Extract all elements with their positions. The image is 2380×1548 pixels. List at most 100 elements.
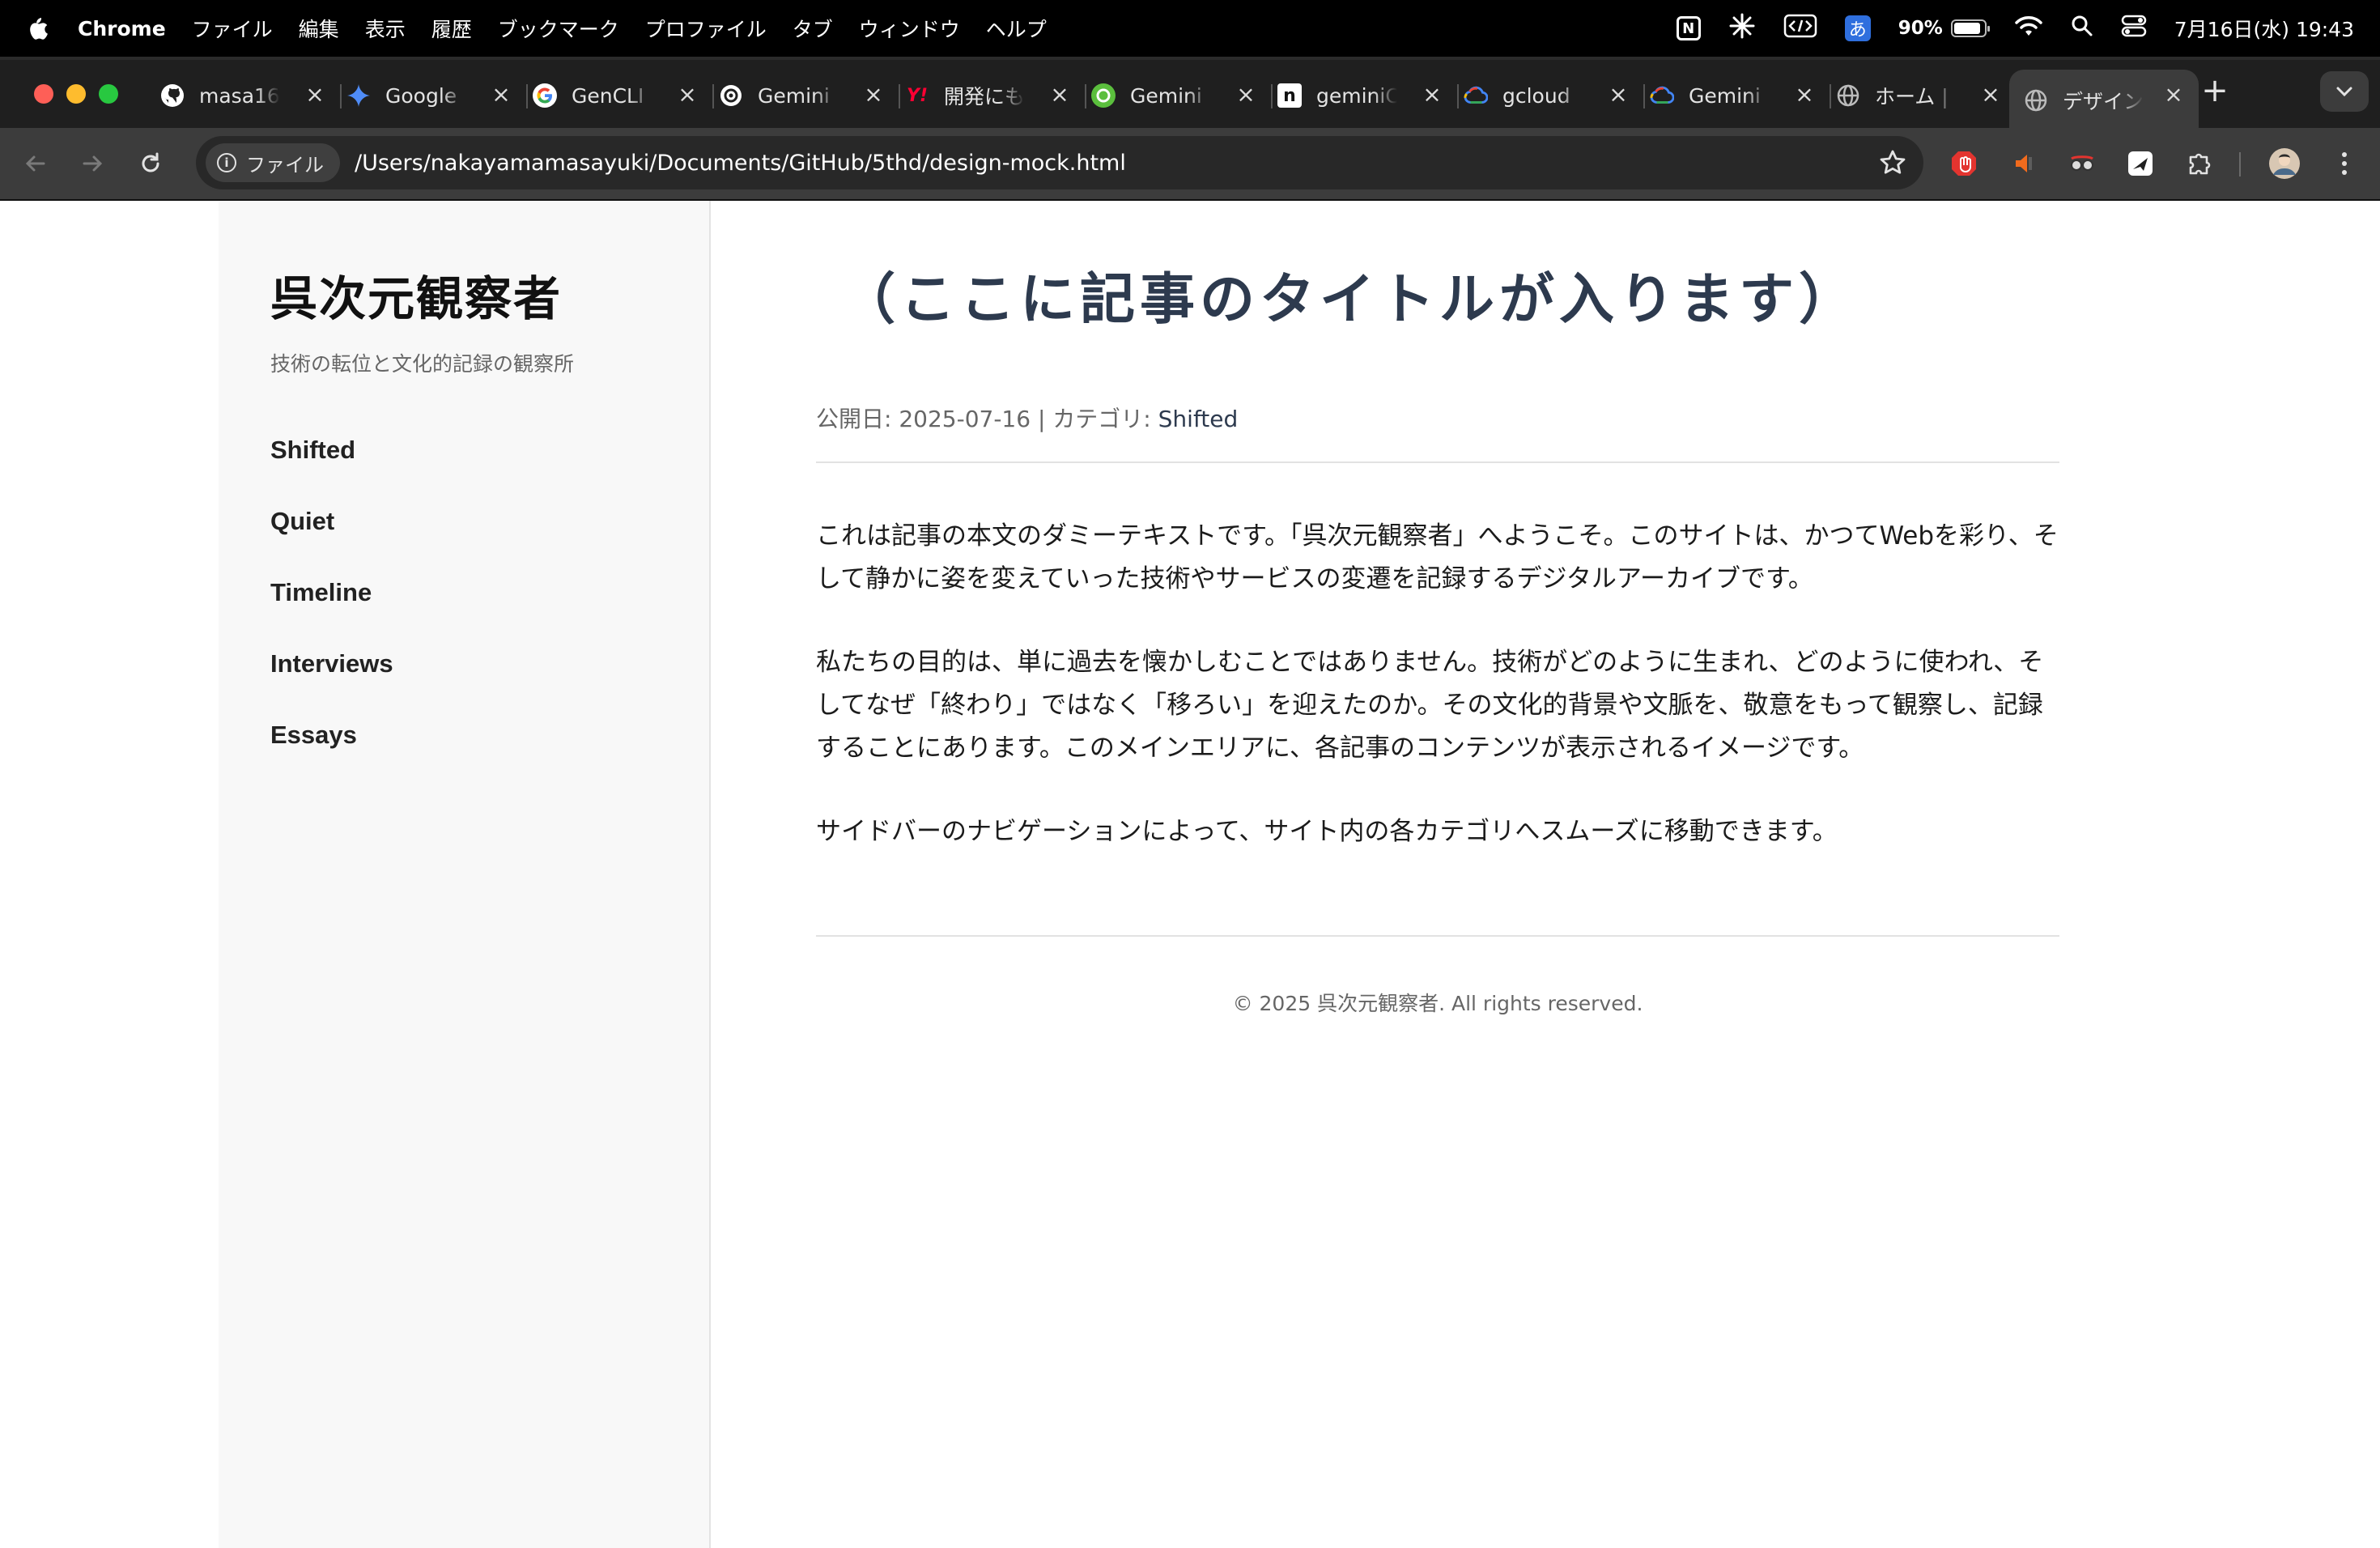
origin-label: ファイル (246, 153, 324, 176)
article-meta: 公開日: 2025-07-16 | カテゴリ: Shifted (816, 402, 1238, 434)
glasses-extension-icon[interactable] (2066, 147, 2098, 180)
extensions-puzzle-icon[interactable] (2182, 147, 2215, 180)
arrow-left-icon (25, 155, 45, 172)
info-icon: i (217, 153, 236, 172)
article-meta-date: 公開日: 2025-07-16 | カテゴリ: (816, 406, 1158, 432)
tab-gemini-openai[interactable]: Gemini × (719, 70, 900, 121)
window-minimize-button[interactable] (66, 84, 86, 104)
sparkle-status-icon[interactable] (1728, 12, 1756, 45)
url-text[interactable]: /Users/nakayamamasayuki/Documents/GitHub… (355, 151, 1126, 176)
tab-close-icon[interactable]: × (1048, 83, 1072, 107)
tab-title: Gemini (1130, 83, 1202, 108)
notion-status-icon[interactable]: N (1676, 16, 1701, 40)
article-paragraph: 私たちの目的は、単に過去を懐かしむことではありません。技術がどのように生まれ、ど… (816, 648, 2044, 763)
article-title: （ここに記事のタイトルが入ります） (840, 267, 1859, 332)
tab-title: masa16 (199, 83, 280, 108)
menu-bookmarks[interactable]: ブックマーク (498, 14, 619, 43)
nav-shifted[interactable]: Shifted (270, 436, 393, 507)
tab-close-icon[interactable]: × (1978, 83, 2003, 107)
tab-title: デザイン (2063, 90, 2144, 113)
tab-title: Gemini (1689, 83, 1761, 108)
address-bar[interactable]: i ファイル /Users/nakayamamasayuki/Documents… (196, 136, 1923, 189)
tab-gcloud[interactable]: gcloud × (1464, 70, 1645, 121)
menu-tab[interactable]: タブ (793, 14, 833, 43)
tab-home[interactable]: ホーム | × (1836, 70, 2016, 121)
tab-geminic-note[interactable]: n geminiC × (1277, 70, 1459, 121)
window-close-button[interactable] (34, 84, 53, 104)
input-method-icon[interactable]: あ (1844, 15, 1871, 41)
menu-help[interactable]: ヘルプ (986, 14, 1047, 43)
chrome-menu-icon[interactable] (2328, 147, 2361, 180)
tab-separator (1457, 84, 1459, 108)
profile-avatar[interactable] (2268, 147, 2301, 180)
tab-close-icon[interactable]: × (1606, 83, 1630, 107)
tab-title: Gemini (758, 83, 830, 108)
gcloud-icon (1650, 83, 1674, 108)
menu-window[interactable]: ウィンドウ (859, 14, 960, 43)
battery-status[interactable]: 90% (1898, 18, 1990, 39)
chat-icon (1091, 83, 1116, 108)
nav-timeline[interactable]: Timeline (270, 578, 393, 649)
tab-close-icon[interactable]: × (1420, 83, 1444, 107)
new-tab-button[interactable]: + (2199, 74, 2231, 107)
tab-close-icon[interactable]: × (1234, 83, 1258, 107)
menu-profiles[interactable]: プロファイル (645, 14, 767, 43)
site-title[interactable]: 呉次元観察者 (270, 261, 562, 329)
wifi-icon[interactable] (2014, 15, 2043, 42)
apple-menu-icon[interactable] (26, 15, 50, 42)
menu-app-name[interactable]: Chrome (78, 17, 166, 40)
tab-close-icon[interactable]: × (2161, 83, 2186, 107)
web-page: 呉次元観察者 技術の転位と文化的記録の観察所 Shifted Quiet Tim… (0, 201, 2380, 1548)
tab-close-icon[interactable]: × (675, 83, 699, 107)
adblock-extension-icon[interactable] (1948, 147, 1980, 180)
toolbar-divider (2239, 152, 2241, 176)
site-info-button[interactable]: i ファイル (206, 143, 340, 182)
globe-icon (2024, 88, 2048, 113)
send-extension-icon[interactable] (2124, 147, 2157, 180)
tab-gemini-chat[interactable]: Gemini × (1091, 70, 1273, 121)
tab-separator (1085, 84, 1086, 108)
window-zoom-button[interactable] (99, 84, 118, 104)
article-category-link[interactable]: Shifted (1158, 406, 1239, 432)
tab-gencli[interactable]: GenCLI × (533, 70, 714, 121)
code-status-icon[interactable] (1783, 14, 1817, 43)
tab-yahoo[interactable]: Y! 開発にも × (905, 70, 1086, 121)
menu-clock[interactable]: 7月16日(水) 19:43 (2174, 14, 2354, 43)
tab-separator (526, 84, 528, 108)
github-icon (160, 83, 185, 108)
category-nav: Shifted Quiet Timeline Interviews Essays (270, 436, 393, 792)
menu-file[interactable]: ファイル (192, 14, 273, 43)
forward-button[interactable] (74, 146, 110, 181)
reload-button[interactable] (133, 146, 168, 181)
browser-toolbar: i ファイル /Users/nakayamamasayuki/Documents… (0, 128, 2380, 201)
sound-extension-icon[interactable] (2008, 147, 2040, 180)
bookmark-star-icon[interactable] (1878, 148, 1907, 177)
tab-masa16[interactable]: masa16 × (160, 70, 342, 121)
back-button[interactable] (18, 146, 53, 181)
tab-title: ホーム | (1875, 85, 1949, 108)
tab-design-active[interactable]: デザイン × (2009, 70, 2199, 131)
menu-history[interactable]: 履歴 (431, 14, 472, 43)
menu-extras: N あ 90% 7月16日(水) 19:43 (1649, 0, 2354, 57)
nav-interviews[interactable]: Interviews (270, 649, 393, 721)
menu-view[interactable]: 表示 (365, 14, 406, 43)
tab-google[interactable]: Google × (346, 70, 528, 121)
tab-gemini-gcloud[interactable]: Gemini × (1650, 70, 1831, 121)
tab-close-icon[interactable]: × (1792, 83, 1817, 107)
tab-close-icon[interactable]: × (303, 83, 327, 107)
meta-divider (816, 461, 2059, 463)
control-center-icon[interactable] (2121, 15, 2147, 42)
tab-close-icon[interactable]: × (489, 83, 513, 107)
tab-close-icon[interactable]: × (861, 83, 886, 107)
nav-quiet[interactable]: Quiet (270, 507, 393, 578)
battery-fill (1953, 23, 1980, 34)
menu-edit[interactable]: 編集 (299, 14, 339, 43)
spotlight-search-icon[interactable] (2071, 15, 2093, 42)
reload-icon (142, 152, 159, 172)
tab-search-button[interactable] (2320, 71, 2369, 112)
tab-title: Google (385, 83, 457, 108)
tab-separator (1830, 84, 1831, 108)
tab-title: gcloud (1502, 83, 1570, 108)
nav-essays[interactable]: Essays (270, 721, 393, 792)
tab-separator (712, 84, 714, 108)
